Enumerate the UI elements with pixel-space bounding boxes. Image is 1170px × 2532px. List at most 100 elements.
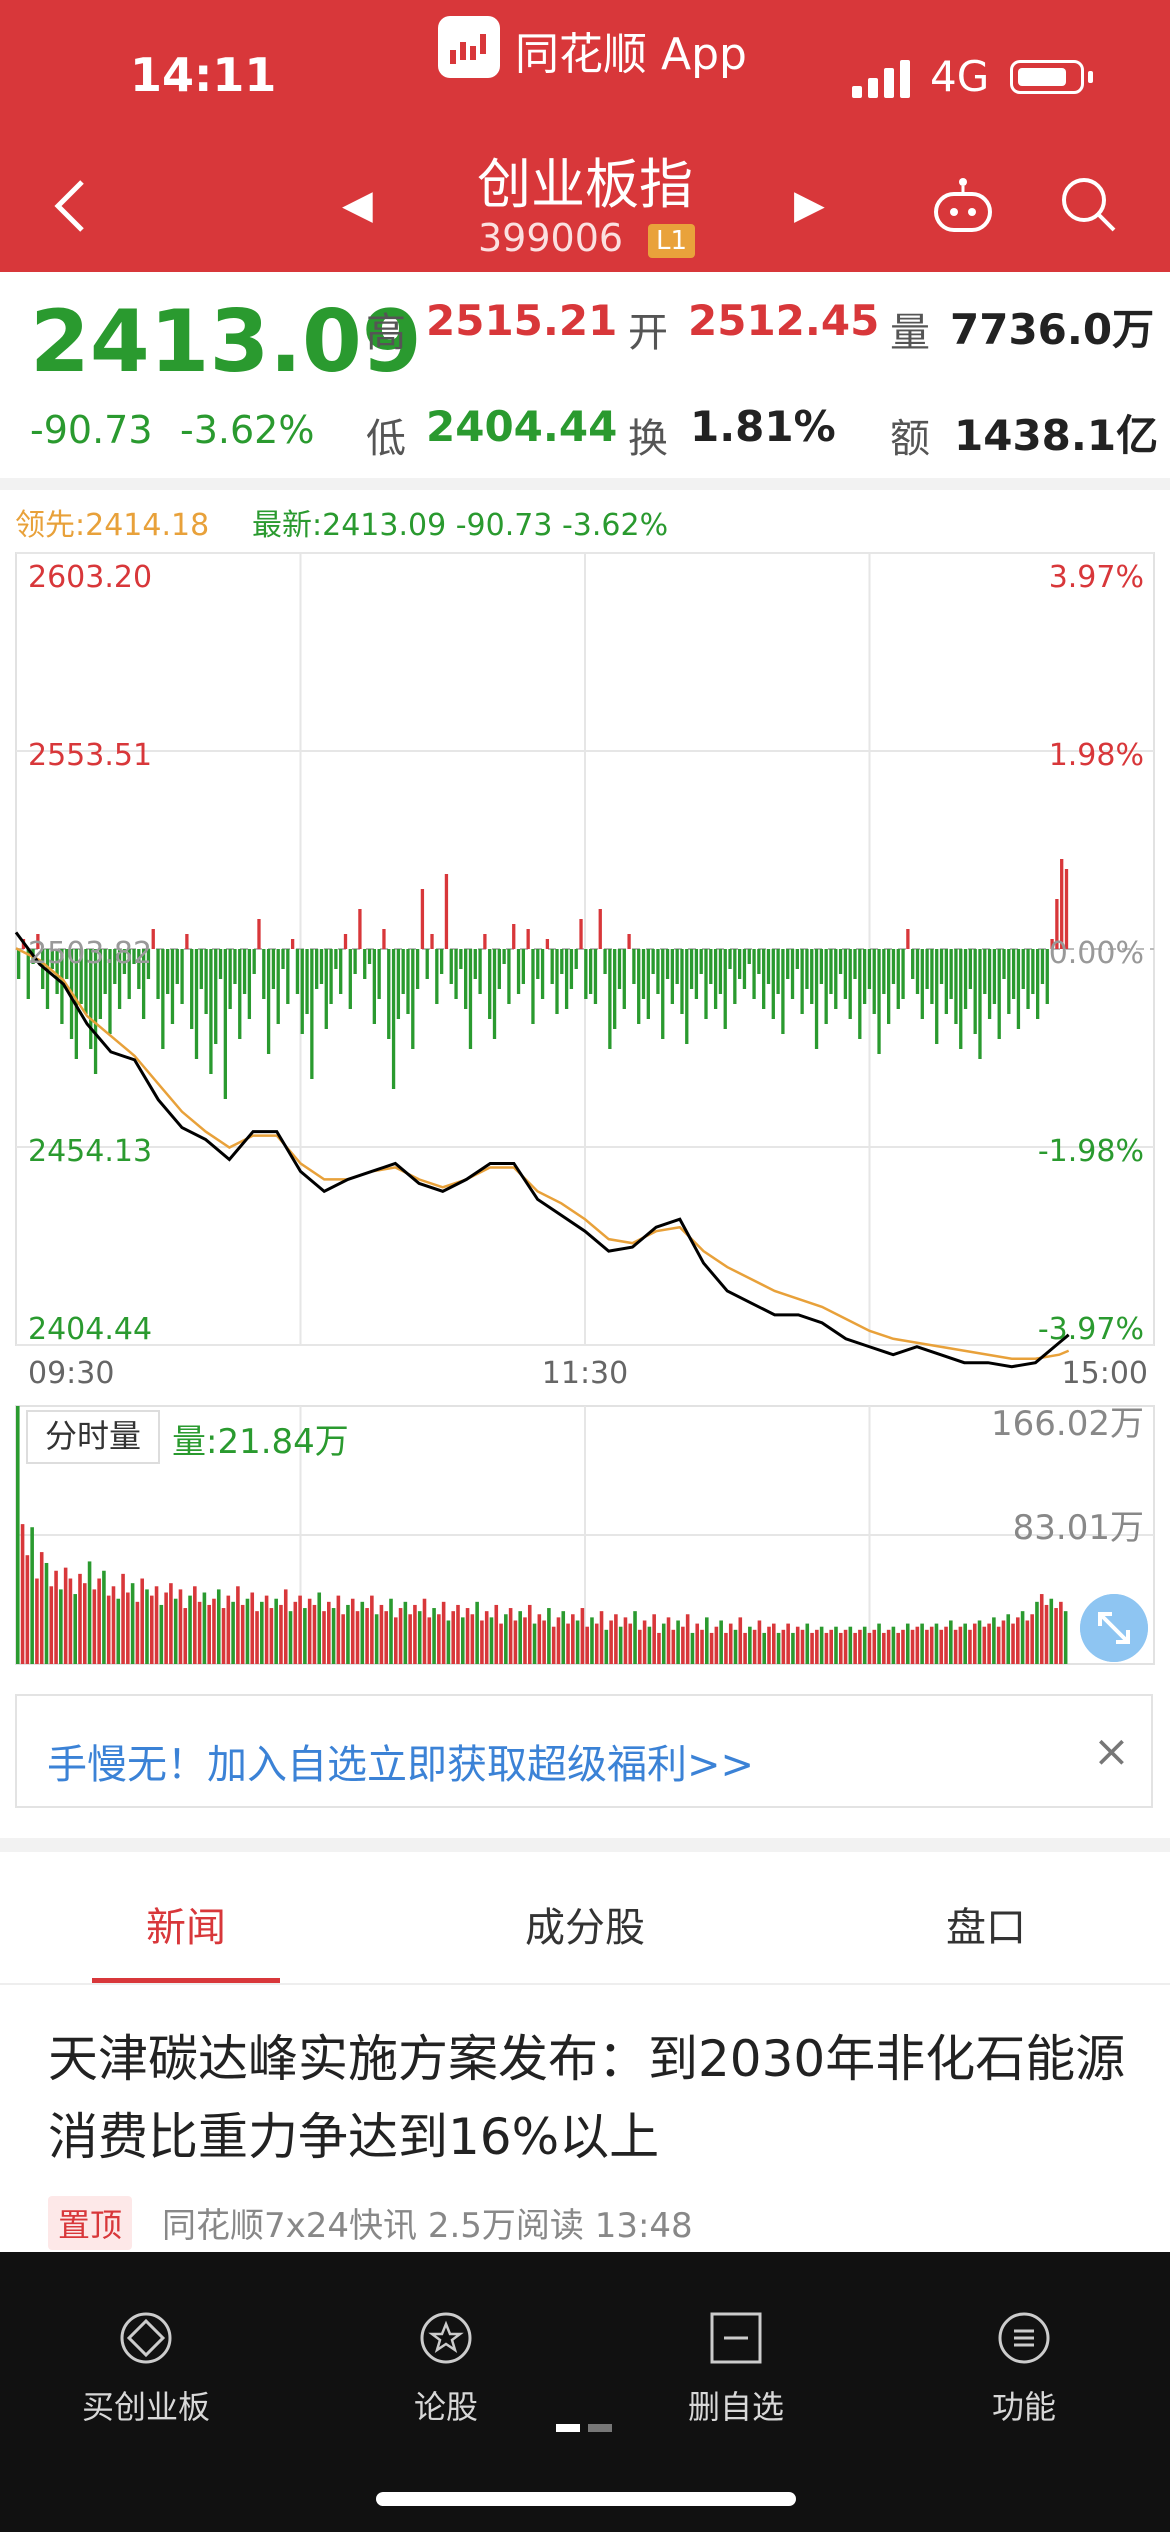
- news-title[interactable]: 天津碳达峰实施方案发布：到2030年非化石能源消费比重力争达到16%以上: [48, 2020, 1128, 2176]
- tab-orderbook[interactable]: 盘口: [946, 1895, 1026, 1953]
- deviation-bar: [588, 949, 593, 994]
- volume-bar: [298, 1595, 302, 1664]
- volume-bar: [1016, 1617, 1020, 1664]
- deviation-bar: [540, 949, 545, 999]
- volume-bar: [571, 1614, 575, 1664]
- volume-bar: [575, 1620, 580, 1664]
- volume-bar: [690, 1632, 695, 1664]
- buy-button[interactable]: 买创业板: [36, 2310, 256, 2428]
- deviation-bar: [449, 949, 453, 984]
- prev-index-button[interactable]: ◀: [342, 182, 373, 228]
- expand-icon[interactable]: [1080, 1594, 1148, 1662]
- deviation-bar: [800, 949, 804, 1014]
- high-value: 2515.21: [426, 296, 618, 345]
- deviation-bar: [464, 949, 468, 1009]
- promo-banner[interactable]: 手慢无！加入自选立即获取超级福利>> ×: [15, 1694, 1153, 1808]
- source-app-label[interactable]: 同花顺 App: [515, 18, 747, 82]
- close-icon[interactable]: ×: [1093, 1726, 1130, 1777]
- volume-bar: [594, 1623, 599, 1664]
- promo-text[interactable]: 手慢无！加入自选立即获取超级福利>>: [47, 1732, 754, 1790]
- y-tick-label: 2454.13: [28, 1134, 152, 1169]
- discuss-button[interactable]: 论股: [336, 2310, 556, 2428]
- deviation-bar: [593, 949, 598, 1004]
- deviation-bar: [435, 949, 439, 1004]
- volume-bar: [805, 1623, 810, 1664]
- deviation-bar: [382, 929, 386, 949]
- volume-bar: [149, 1595, 154, 1664]
- deviation-bar: [973, 949, 977, 1034]
- volume-tab[interactable]: 分时量: [26, 1410, 160, 1464]
- volume-bar: [676, 1620, 680, 1664]
- volume-bar: [963, 1623, 967, 1664]
- volume-bar: [728, 1623, 733, 1664]
- deviation-bar: [959, 949, 963, 1049]
- volume-bar: [274, 1598, 278, 1664]
- deviation-bar: [906, 929, 910, 949]
- volume-bar: [953, 1629, 958, 1664]
- deviation-bar: [637, 949, 641, 1024]
- deviation-bar: [367, 949, 372, 964]
- volume-bar: [279, 1604, 283, 1664]
- back-icon[interactable]: [48, 176, 92, 236]
- deviation-bar: [377, 949, 381, 999]
- next-index-button[interactable]: ▶: [794, 182, 825, 228]
- volume-bar: [1001, 1620, 1006, 1664]
- intraday-price-chart[interactable]: 2603.20 3.97% 2553.51 1.98% 2503.82 0.00% 2454…: [0, 545, 1170, 1385]
- search-icon[interactable]: [1058, 174, 1118, 234]
- volume-bar: [580, 1608, 585, 1664]
- deviation-bar: [550, 949, 554, 984]
- deviation-bar: [752, 949, 756, 999]
- deviation-bar: [819, 949, 824, 984]
- deviation-bar: [608, 949, 612, 1049]
- deviation-bar: [944, 949, 948, 1014]
- volume-bar: [915, 1626, 920, 1664]
- volume-bar: [934, 1623, 939, 1664]
- remove-watchlist-button[interactable]: 删自选: [626, 2310, 846, 2428]
- volume-bar: [370, 1595, 374, 1664]
- volume-bar: [20, 1524, 25, 1664]
- deviation-bar: [824, 949, 828, 1024]
- volume-bar: [255, 1611, 259, 1664]
- volume-bar: [169, 1583, 173, 1664]
- deviation-bar: [795, 949, 799, 969]
- battery-icon: [1010, 60, 1084, 94]
- deviation-bar: [209, 949, 213, 1074]
- volume-bar: [695, 1623, 700, 1664]
- volume-bar: [30, 1527, 34, 1664]
- deviation-bar: [675, 949, 679, 984]
- deviation-bar: [641, 949, 646, 999]
- news-meta: 同花顺7x24快讯 2.5万阅读 13:48: [162, 2206, 693, 2246]
- deviation-bar: [843, 949, 848, 999]
- deviation-bar: [425, 949, 429, 979]
- deviation-bar: [1021, 949, 1025, 989]
- deviation-bar: [401, 949, 405, 994]
- volume-bar: [283, 1589, 288, 1664]
- volume-bar: [1049, 1598, 1054, 1664]
- deviation-bar: [766, 949, 771, 984]
- deviation-bar: [497, 949, 501, 989]
- deviation-bar: [420, 889, 425, 949]
- functions-button[interactable]: 功能: [914, 2310, 1134, 2428]
- x-tick-label: 09:30: [28, 1356, 114, 1385]
- volume-bar: [465, 1608, 470, 1664]
- volume-bar: [437, 1614, 441, 1664]
- amount-label: 额: [890, 416, 930, 462]
- volume-bar: [853, 1632, 857, 1664]
- turnover-value: 1.81%: [690, 402, 836, 451]
- deviation-bar: [459, 949, 463, 969]
- volume-bar: [513, 1620, 518, 1664]
- deviation-bar: [776, 949, 780, 994]
- volume-bar: [518, 1611, 522, 1664]
- deviation-bar: [867, 949, 872, 989]
- tab-news[interactable]: 新闻: [146, 1895, 226, 1953]
- deviation-bar: [829, 949, 833, 994]
- volume-bar: [738, 1617, 743, 1664]
- x-tick-label: 11:30: [542, 1356, 628, 1385]
- volume-bar: [293, 1601, 298, 1664]
- deviation-bar: [396, 949, 401, 1019]
- deviation-bar: [473, 949, 477, 979]
- y-tick-label: 2603.20: [28, 560, 152, 595]
- tab-components[interactable]: 成分股: [525, 1895, 645, 1953]
- volume-bar: [159, 1604, 164, 1664]
- robot-assistant-icon[interactable]: [930, 172, 996, 238]
